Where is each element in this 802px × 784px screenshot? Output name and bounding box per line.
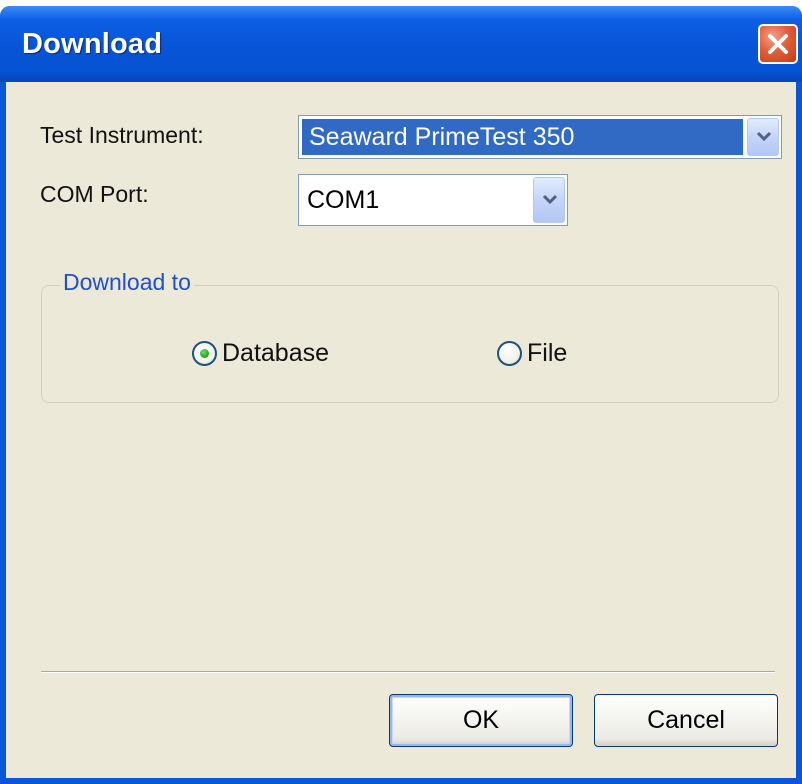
test-instrument-dropdown-button[interactable]	[747, 118, 779, 156]
radio-file[interactable]: File	[497, 339, 567, 368]
cancel-button[interactable]: Cancel	[594, 694, 778, 747]
window-title: Download	[22, 28, 163, 60]
test-instrument-label: Test Instrument:	[40, 122, 204, 148]
download-to-group: Download to Database File	[41, 269, 779, 403]
radio-selected-icon	[192, 341, 217, 366]
com-port-select[interactable]: COM1	[298, 174, 568, 226]
button-separator	[41, 671, 775, 673]
close-button[interactable]	[758, 24, 798, 64]
download-to-legend: Download to	[60, 269, 194, 296]
title-bar[interactable]: Download	[0, 6, 802, 82]
com-port-dropdown-button[interactable]	[533, 177, 565, 223]
com-port-value: COM1	[307, 185, 380, 214]
radio-database-label: Database	[222, 339, 330, 367]
radio-database[interactable]: Database	[192, 339, 329, 368]
test-instrument-value: Seaward PrimeTest 350	[309, 122, 575, 151]
ok-button[interactable]: OK	[389, 694, 573, 747]
dialog-body: Test Instrument: Seaward PrimeTest 350 C…	[6, 82, 796, 778]
radio-unselected-icon	[497, 341, 522, 366]
test-instrument-select[interactable]: Seaward PrimeTest 350	[298, 115, 782, 159]
radio-dot	[200, 349, 209, 358]
radio-file-label: File	[527, 339, 568, 367]
download-dialog: Download Test Instrument: Seaward PrimeT…	[0, 6, 802, 784]
com-port-label: COM Port:	[40, 181, 149, 207]
